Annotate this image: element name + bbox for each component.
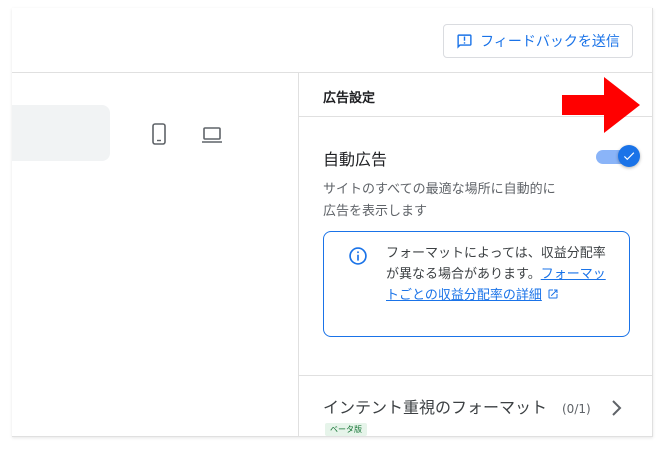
page-frame: フィードバックを送信 広告設定 自動広告 サイトのすべての最適な場所に自動的に広… — [12, 8, 653, 437]
send-feedback-label: フィードバックを送信 — [480, 34, 620, 50]
preview-url-bar — [12, 105, 110, 161]
check-icon — [623, 152, 635, 161]
auto-ads-toggle[interactable] — [596, 145, 640, 167]
preview-area — [12, 73, 298, 436]
intent-formats-row[interactable]: インテント重視のフォーマット ベータ版 (0/1) — [299, 375, 652, 436]
top-bar: フィードバックを送信 — [12, 8, 652, 73]
beta-badge: ベータ版 — [325, 423, 367, 436]
intent-formats-label: インテント重視のフォーマット — [323, 398, 548, 417]
info-icon — [349, 247, 367, 265]
send-feedback-button[interactable]: フィードバックを送信 — [443, 24, 633, 58]
laptop-icon[interactable] — [201, 123, 223, 145]
feedback-icon — [457, 33, 472, 49]
red-arrow-annotation — [562, 77, 640, 133]
revenue-share-notice: フォーマットによっては、収益分配率が異なる場合があります。フォーマットごとの収益… — [323, 231, 630, 337]
intent-formats-count: (0/1) — [562, 402, 591, 416]
open-in-new-icon[interactable] — [547, 288, 559, 300]
notice-text-block: フォーマットによっては、収益分配率が異なる場合があります。フォーマットごとの収益… — [386, 243, 608, 306]
toggle-thumb — [618, 145, 640, 167]
panel-title: 広告設定 — [323, 91, 376, 106]
auto-ads-description: サイトのすべての最適な場所に自動的に広告を表示します — [323, 182, 556, 219]
mobile-icon[interactable] — [149, 123, 169, 145]
chevron-right-icon — [612, 400, 622, 416]
auto-ads-label: 自動広告 — [323, 150, 388, 169]
